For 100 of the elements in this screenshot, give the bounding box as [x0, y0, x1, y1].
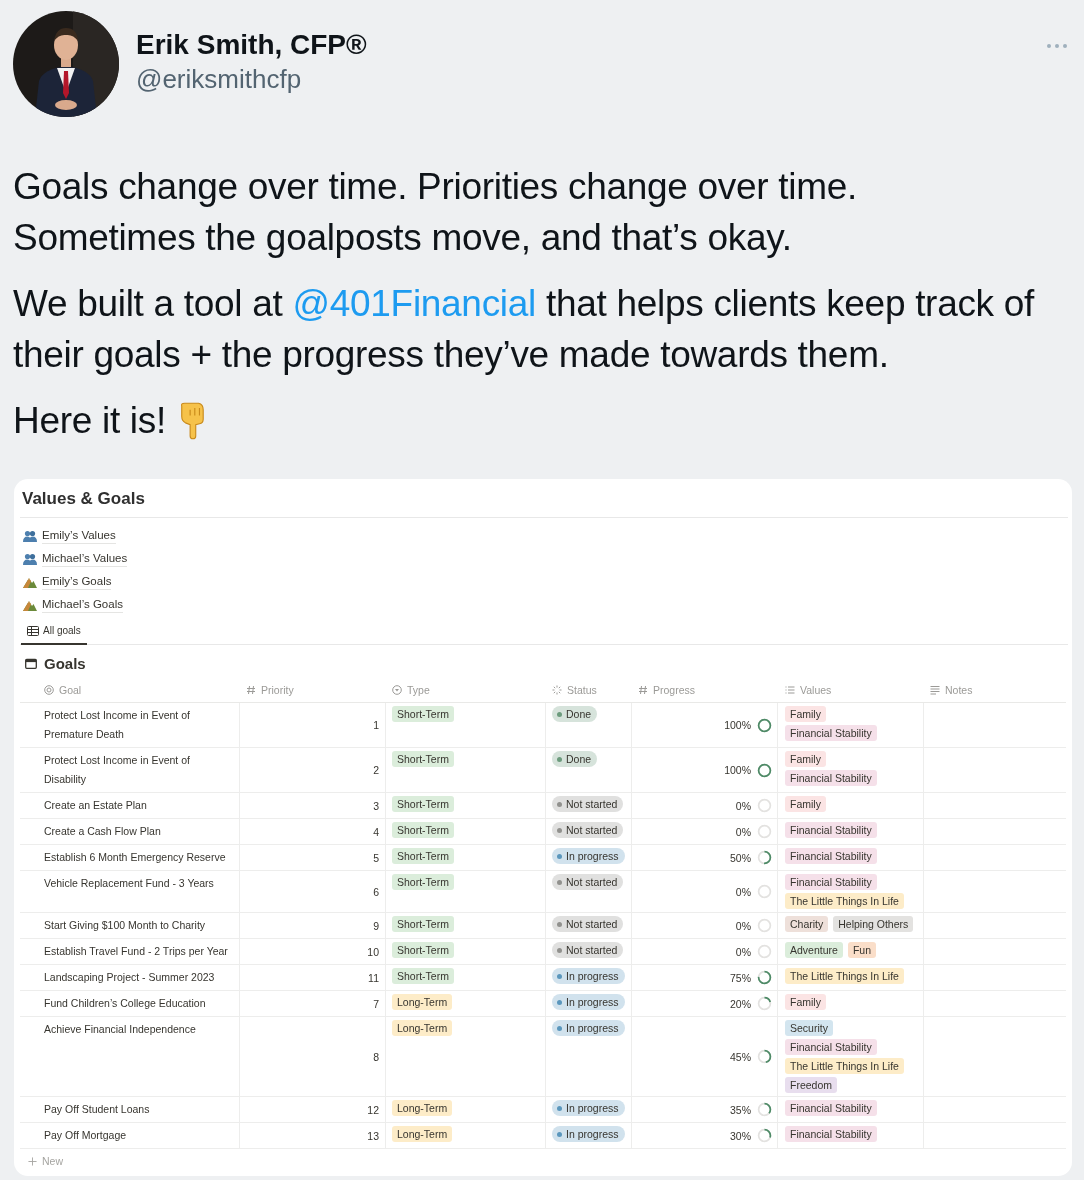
- goal-title[interactable]: Landscaping Project - Summer 2023: [44, 968, 229, 987]
- priority-number: 3: [373, 799, 379, 812]
- hash-icon: [638, 685, 648, 695]
- value-tag: Adventure: [785, 942, 843, 958]
- progress-ring: [757, 996, 772, 1011]
- type-tag: Short-Term: [392, 874, 454, 890]
- priority-number: 2: [373, 764, 379, 776]
- value-tag: Financial Stability: [785, 848, 877, 864]
- goal-title[interactable]: Vehicle Replacement Fund - 3 Years: [44, 874, 229, 893]
- plus-icon: [28, 1156, 37, 1166]
- priority-number: 13: [367, 1129, 379, 1142]
- goal-title[interactable]: Achieve Financial Independence: [44, 1020, 229, 1039]
- value-tag: Fun: [847, 942, 876, 958]
- goal-title[interactable]: Create a Cash Flow Plan: [44, 822, 229, 841]
- value-tag: Financial Stability: [785, 1100, 877, 1116]
- value-tag: Family: [785, 751, 826, 767]
- value-tag: Freedom: [785, 1077, 837, 1093]
- progress-value: 30%: [730, 1129, 751, 1142]
- view-tab[interactable]: All goals: [21, 620, 87, 645]
- value-tag: The Little Things In Life: [785, 968, 904, 984]
- value-tag: Financial Stability: [785, 1039, 877, 1055]
- type-tag: Short-Term: [392, 942, 454, 958]
- calendar-icon: [25, 658, 37, 669]
- page-title: Values & Goals: [20, 483, 1068, 518]
- goal-title[interactable]: Establish Travel Fund - 2 Trips per Year: [44, 942, 229, 961]
- value-tag: Financial Stability: [785, 822, 877, 838]
- list-icon: [785, 685, 795, 695]
- progress-ring: [757, 1128, 772, 1143]
- goal-title[interactable]: Establish 6 Month Emergency Reserve: [44, 848, 229, 867]
- progress-ring: [757, 884, 772, 899]
- page-link[interactable]: Michael’s Goals: [42, 596, 123, 613]
- priority-number: 11: [368, 971, 379, 984]
- progress-value: 0%: [735, 885, 751, 898]
- value-tag: Family: [785, 706, 826, 722]
- value-tag: Security: [785, 1020, 833, 1036]
- page-link[interactable]: Emily’s Values: [42, 527, 116, 544]
- type-tag: Long-Term: [392, 1020, 453, 1036]
- progress-ring: [757, 944, 772, 959]
- progress-value: 100%: [724, 719, 751, 731]
- page-link[interactable]: Emily’s Goals: [42, 573, 112, 590]
- status-pill: In progress: [552, 848, 625, 864]
- people-icon: [23, 529, 37, 542]
- dropdown-icon: [392, 685, 402, 695]
- progress-value: 0%: [735, 825, 751, 838]
- type-tag: Short-Term: [392, 916, 454, 932]
- status-pill: In progress: [552, 968, 625, 984]
- progress-value: 45%: [730, 1050, 751, 1063]
- type-tag: Short-Term: [392, 706, 454, 722]
- people-icon: [23, 552, 37, 565]
- spinner-icon: [552, 685, 562, 695]
- priority-number: 7: [373, 997, 379, 1010]
- status-pill: Done: [552, 706, 598, 722]
- priority-number: 4: [373, 825, 379, 838]
- goal-title[interactable]: Protect Lost Income in Event of Disability: [44, 751, 229, 789]
- status-pill: In progress: [552, 1126, 625, 1142]
- value-tag: Financial Stability: [785, 770, 877, 786]
- goal-title[interactable]: Fund Children’s College Education: [44, 994, 229, 1013]
- priority-number: 10: [367, 945, 379, 958]
- target-icon: [44, 685, 54, 695]
- type-tag: Short-Term: [392, 796, 454, 812]
- goal-title[interactable]: Create an Estate Plan: [44, 796, 229, 815]
- progress-value: 0%: [735, 919, 751, 932]
- table-icon: [27, 625, 39, 636]
- goal-title[interactable]: Start Giving $100 Month to Charity: [44, 916, 229, 935]
- goal-title[interactable]: Pay Off Mortgage: [44, 1126, 229, 1145]
- page-link[interactable]: Michael’s Values: [42, 550, 128, 567]
- value-tag: The Little Things In Life: [785, 893, 904, 909]
- more-icon[interactable]: [1046, 43, 1068, 49]
- value-tag: Financial Stability: [785, 1126, 877, 1142]
- status-pill: In progress: [552, 1020, 625, 1036]
- type-tag: Short-Term: [392, 822, 454, 838]
- progress-value: 0%: [735, 945, 751, 958]
- progress-ring: [757, 970, 772, 985]
- status-pill: Not started: [552, 874, 624, 890]
- status-pill: In progress: [552, 994, 625, 1010]
- value-tag: Family: [785, 994, 826, 1010]
- progress-ring: [757, 798, 772, 813]
- status-pill: In progress: [552, 1100, 625, 1116]
- status-pill: Not started: [552, 916, 624, 932]
- progress-ring: [757, 1102, 772, 1117]
- priority-number: 12: [367, 1103, 379, 1116]
- status-pill: Done: [552, 751, 598, 767]
- progress-ring: [757, 824, 772, 839]
- progress-value: 20%: [730, 997, 751, 1010]
- priority-number: 5: [373, 851, 379, 864]
- progress-value: 75%: [730, 971, 751, 984]
- progress-ring: [757, 918, 772, 933]
- progress-value: 50%: [730, 851, 751, 864]
- type-tag: Long-Term: [392, 994, 453, 1010]
- author-name[interactable]: Erik Smith, CFP®: [136, 28, 367, 62]
- progress-ring: [757, 850, 772, 865]
- progress-value: 0%: [735, 799, 751, 812]
- author-handle[interactable]: @eriksmithcfp: [136, 62, 367, 96]
- type-tag: Short-Term: [392, 848, 454, 864]
- goal-title[interactable]: Pay Off Student Loans: [44, 1100, 229, 1119]
- goal-title[interactable]: Protect Lost Income in Event of Premature Death: [44, 706, 229, 744]
- progress-value: 35%: [730, 1103, 751, 1116]
- priority-number: 8: [373, 1050, 379, 1063]
- tweet-paragraph: Here it is!: [13, 399, 166, 443]
- status-pill: Not started: [552, 796, 624, 812]
